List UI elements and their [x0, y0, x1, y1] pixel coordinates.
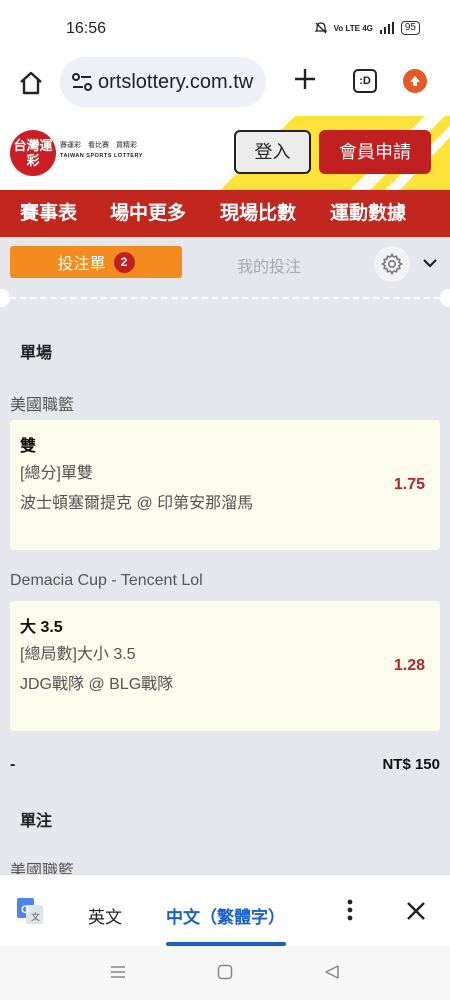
- bet-pick: 雙: [20, 438, 37, 455]
- bet-pick: 大 3.5: [20, 619, 63, 636]
- bet-card[interactable]: 雙 [總分]單雙 波士頓塞爾提克 @ 印第安那溜馬 1.75: [10, 420, 440, 550]
- nav-item-schedule[interactable]: 賽事表: [20, 190, 77, 237]
- home-button[interactable]: [14, 66, 48, 100]
- tab-betslip[interactable]: 投注單 2: [10, 246, 182, 278]
- nav-item-sports-data[interactable]: 運動數據: [330, 190, 406, 237]
- gear-icon: [381, 253, 403, 275]
- url-text: ortslottery.com.tw: [98, 70, 254, 93]
- stake-label: -: [10, 756, 16, 773]
- logo-tagline-zh: 賽運彩 看比賽 買精彩: [60, 142, 137, 149]
- svg-text:文: 文: [31, 911, 40, 923]
- bet-match: 波士頓塞爾提克 @ 印第安那溜馬: [20, 495, 254, 512]
- main-nav: 賽事表 場中更多 現場比數 運動數據: [0, 190, 450, 237]
- section-title-single: 單場: [20, 345, 53, 362]
- browser-toolbar: ortslottery.com.tw :D: [0, 56, 450, 116]
- network-label: Vo LTE 4G: [333, 23, 373, 33]
- register-button[interactable]: 會員申請: [319, 130, 431, 174]
- betslip-count-badge: 2: [113, 251, 135, 273]
- svg-text:G: G: [21, 904, 30, 916]
- betslip-panel: 投注單 2 我的投注 單場 美國職籃 雙 [總分]單雙 波士頓塞爾提克 @ 印第…: [0, 237, 450, 874]
- home-system-button[interactable]: [215, 962, 235, 982]
- square-icon: [217, 964, 233, 980]
- translate-source-language[interactable]: 英文: [88, 903, 122, 928]
- ticket-divider: [0, 297, 450, 299]
- settings-button[interactable]: [374, 246, 410, 282]
- league-label: Demacia Cup - Tencent Lol: [10, 572, 203, 589]
- site-settings-icon[interactable]: [68, 68, 96, 96]
- address-bar[interactable]: ortslottery.com.tw: [60, 57, 266, 107]
- site-logo[interactable]: 台灣運彩: [10, 130, 56, 176]
- back-button[interactable]: [322, 962, 342, 982]
- nav-item-live-more[interactable]: 場中更多: [110, 190, 186, 237]
- new-tab-button[interactable]: [290, 66, 320, 96]
- signal-icon: [379, 22, 394, 34]
- betslip-tab-label: 投注單: [57, 256, 106, 273]
- bet-market: [總局數]大小 3.5: [20, 646, 136, 663]
- stake-amount: NT$ 150: [382, 756, 440, 773]
- plus-icon: [295, 69, 315, 89]
- chevron-down-icon: [423, 259, 437, 268]
- logo-tagline: 賽運彩 看比賽 買精彩 TAIWAN SPORTS LOTTERY: [60, 140, 143, 162]
- ticket-notch-left: [0, 289, 10, 307]
- bet-market: [總分]單雙: [20, 465, 93, 482]
- logo-tagline-en: TAIWAN SPORTS LOTTERY: [60, 153, 143, 159]
- section-title-singles: 單注: [20, 813, 53, 830]
- recents-button[interactable]: [108, 962, 128, 982]
- close-icon: [407, 902, 425, 920]
- update-button[interactable]: [403, 69, 427, 93]
- login-button[interactable]: 登入: [234, 130, 311, 174]
- translate-close-button[interactable]: [402, 897, 430, 925]
- tab-switcher-button[interactable]: :D: [353, 69, 377, 93]
- translate-bar: G 文 英文 中文（繁體字）: [0, 874, 450, 946]
- league-label: 美國職籃: [10, 863, 75, 874]
- league-label: 美國職籃: [10, 397, 75, 414]
- nav-item-live-scores[interactable]: 現場比數: [220, 190, 296, 237]
- status-icons: Vo LTE 4G 95: [314, 21, 420, 35]
- bet-match: JDG戰隊 @ BLG戰隊: [20, 676, 174, 693]
- back-triangle-icon: [325, 965, 339, 979]
- bet-card[interactable]: 大 3.5 [總局數]大小 3.5 JDG戰隊 @ BLG戰隊 1.28: [10, 601, 440, 731]
- tab-my-bets[interactable]: 我的投注: [237, 253, 301, 277]
- status-time: 16:56: [66, 20, 107, 37]
- collapse-button[interactable]: [420, 253, 440, 273]
- system-nav-bar: [0, 946, 450, 1000]
- translate-more-button[interactable]: [340, 899, 360, 925]
- arrow-up-icon: [410, 76, 420, 86]
- battery-indicator: 95: [400, 21, 420, 35]
- bet-odds: 1.28: [393, 657, 425, 674]
- google-translate-icon[interactable]: G 文: [16, 897, 44, 925]
- more-vertical-icon: [347, 899, 353, 921]
- menu-icon: [111, 966, 125, 978]
- mute-icon: [314, 22, 328, 34]
- translate-target-language[interactable]: 中文（繁體字）: [166, 903, 285, 928]
- bet-odds: 1.75: [393, 476, 425, 493]
- ticket-notch-right: [440, 289, 450, 307]
- site-header: 台灣運彩 賽運彩 看比賽 買精彩 TAIWAN SPORTS LOTTERY 登…: [0, 116, 450, 190]
- status-bar: 16:56 Vo LTE 4G 95: [0, 0, 450, 56]
- home-icon: [20, 71, 42, 95]
